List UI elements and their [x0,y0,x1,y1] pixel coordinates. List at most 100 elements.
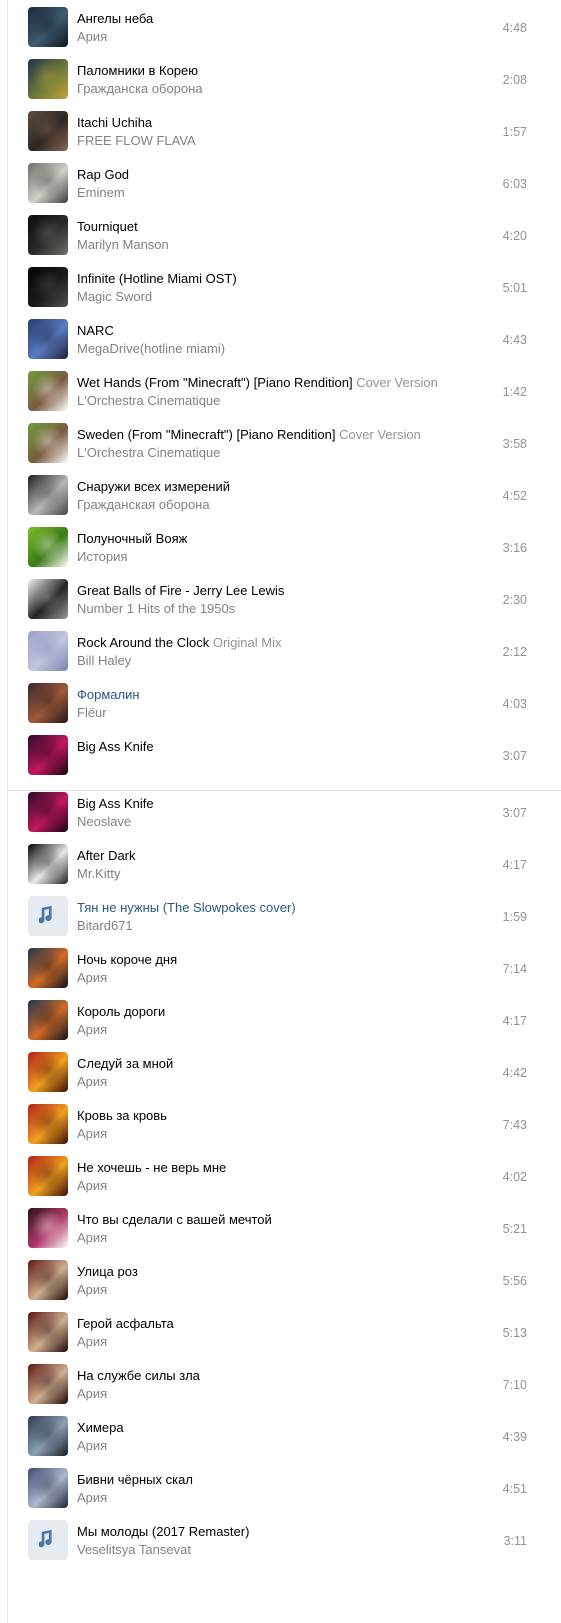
track-title[interactable]: Формалин [77,687,140,702]
album-cover[interactable] [28,1156,68,1196]
track-title-text[interactable]: Wet Hands (From "Minecraft") [Piano Rend… [77,375,353,390]
track-row[interactable]: Следуй за мной Ария 4:42 [8,1045,553,1099]
track-row[interactable]: Формалин Flëur 4:03 [8,676,553,730]
album-cover[interactable] [28,683,68,723]
album-cover[interactable] [28,1052,68,1092]
track-artist[interactable]: Ария [77,1334,107,1349]
track-artist[interactable]: История [77,549,127,564]
track-row[interactable]: Rap God Eminem 6:03 [8,156,553,210]
track-row[interactable]: After Dark Mr.Kitty 4:17 [8,837,553,891]
track-title[interactable]: Infinite (Hotline Miami OST) [77,271,237,286]
track-artist[interactable]: Ария [77,29,107,44]
album-cover[interactable] [28,1364,68,1404]
track-title-text[interactable]: Infinite (Hotline Miami OST) [77,271,237,286]
track-row[interactable]: Мы молоды (2017 Remaster) Veselitsya Tans… [8,1513,553,1567]
album-cover[interactable] [28,948,68,988]
track-row[interactable]: Wet Hands (From "Minecraft") [Piano Rend… [8,364,553,418]
track-row[interactable]: Big Ass Knife Neoslave 3:07 [8,790,553,839]
track-row[interactable]: Кровь за кровь Ария 7:43 [8,1097,553,1151]
album-cover[interactable] [28,7,68,47]
track-title[interactable]: Снаружи всех измерений [77,479,230,494]
track-row[interactable]: Что вы сделали с вашей мечтой Ария 5:21 [8,1201,553,1255]
track-title[interactable]: Король дороги [77,1004,165,1019]
track-title[interactable]: Ночь короче дня [77,952,177,967]
track-row[interactable]: Улица роз Ария 5:56 [8,1253,553,1307]
track-row[interactable]: Ангелы неба Ария 4:48 [8,0,553,54]
track-artist[interactable]: Bitard671 [77,918,133,933]
track-title-text[interactable]: Ночь короче дня [77,952,177,967]
album-cover[interactable] [28,1312,68,1352]
track-artist[interactable]: Ария [77,1490,107,1505]
track-title[interactable]: Rap God [77,167,129,182]
album-cover[interactable] [28,475,68,515]
album-cover[interactable] [28,735,68,775]
album-cover[interactable] [28,792,68,832]
album-cover[interactable] [28,1416,68,1456]
track-title-text[interactable]: Sweden (From "Minecraft") [Piano Renditi… [77,427,336,442]
album-cover[interactable] [28,267,68,307]
track-title-text[interactable]: Big Ass Knife [77,796,154,811]
track-title[interactable]: Big Ass Knife [77,739,154,754]
track-row[interactable]: Sweden (From "Minecraft") [Piano Renditi… [8,416,553,470]
track-row[interactable]: Герой асфальта Ария 5:13 [8,1305,553,1359]
track-title[interactable]: Rock Around the Clock Original Mix [77,635,281,650]
album-cover[interactable] [28,111,68,151]
album-cover[interactable] [28,527,68,567]
track-title-text[interactable]: Бивни чёрных скал [77,1472,193,1487]
track-title-text[interactable]: Кровь за кровь [77,1108,167,1123]
track-title-text[interactable]: Снаружи всех измерений [77,479,230,494]
track-title-text[interactable]: Не хочешь - не верь мне [77,1160,226,1175]
album-cover[interactable] [28,631,68,671]
track-artist[interactable]: Marilyn Manson [77,237,169,252]
track-title[interactable]: Great Balls of Fire - Jerry Lee Lewis [77,583,284,598]
track-artist[interactable]: Veselitsya Tansevat [77,1542,191,1557]
music-note-icon[interactable] [28,896,68,936]
album-cover[interactable] [28,1000,68,1040]
album-cover[interactable] [28,59,68,99]
track-row[interactable]: Ночь короче дня Ария 7:14 [8,941,553,995]
track-title[interactable]: Wet Hands (From "Minecraft") [Piano Rend… [77,375,438,390]
album-cover[interactable] [28,371,68,411]
track-row[interactable]: Rock Around the Clock Original Mix Bill H… [8,624,553,678]
track-title-text[interactable]: На службе силы зла [77,1368,200,1383]
track-title[interactable]: Улица роз [77,1264,138,1279]
track-title[interactable]: Sweden (From "Minecraft") [Piano Renditi… [77,427,421,442]
track-row[interactable]: Паломники в Корею Гражданска оборона 2:08 [8,52,553,106]
track-artist[interactable]: Ария [77,1178,107,1193]
album-cover[interactable] [28,423,68,463]
track-artist[interactable]: Ария [77,1282,107,1297]
track-title[interactable]: Кровь за кровь [77,1108,167,1123]
track-row[interactable]: Король дороги Ария 4:17 [8,993,553,1047]
album-cover[interactable] [28,1260,68,1300]
track-row[interactable]: Great Balls of Fire - Jerry Lee Lewis Num… [8,572,553,626]
track-title-text[interactable]: Король дороги [77,1004,165,1019]
track-artist[interactable]: Neoslave [77,814,131,829]
playlist-bottom[interactable]: Big Ass Knife Neoslave 3:07 After Dark Mr.Ki… [8,790,553,1623]
track-title-text[interactable]: Паломники в Корею [77,63,198,78]
album-cover[interactable] [28,1468,68,1508]
album-cover[interactable] [28,1208,68,1248]
track-artist[interactable]: L'Orchestra Cinematique [77,393,220,408]
album-cover[interactable] [28,319,68,359]
track-artist[interactable]: Bill Haley [77,653,131,668]
track-artist[interactable]: L'Orchestra Cinematique [77,445,220,460]
track-row[interactable]: Тян не нужны (The Slowpokes cover) Bitard… [8,889,553,943]
track-row[interactable]: Не хочешь - не верь мне Ария 4:02 [8,1149,553,1203]
track-title-text[interactable]: Что вы сделали с вашей мечтой [77,1212,272,1227]
track-title[interactable]: Tourniquet [77,219,138,234]
track-title[interactable]: Big Ass Knife [77,796,154,811]
track-artist[interactable]: MegaDrive(hotline miami) [77,341,225,356]
track-row[interactable]: NARC MegaDrive(hotline miami) 4:43 [8,312,553,366]
track-title-text[interactable]: Big Ass Knife [77,739,154,754]
track-title-text[interactable]: Улица роз [77,1264,138,1279]
track-title[interactable]: NARC [77,323,114,338]
track-artist[interactable]: FREE FLOW FLAVA [77,133,196,148]
track-artist[interactable]: Eminem [77,185,125,200]
track-title[interactable]: Следуй за мной [77,1056,173,1071]
track-title[interactable]: Химера [77,1420,124,1435]
track-title[interactable]: На службе силы зла [77,1368,200,1383]
track-title[interactable]: Бивни чёрных скал [77,1472,193,1487]
track-artist[interactable]: Ария [77,1386,107,1401]
track-title[interactable]: Не хочешь - не верь мне [77,1160,226,1175]
track-row[interactable]: Снаружи всех измерений Гражданская оборон… [8,468,553,522]
